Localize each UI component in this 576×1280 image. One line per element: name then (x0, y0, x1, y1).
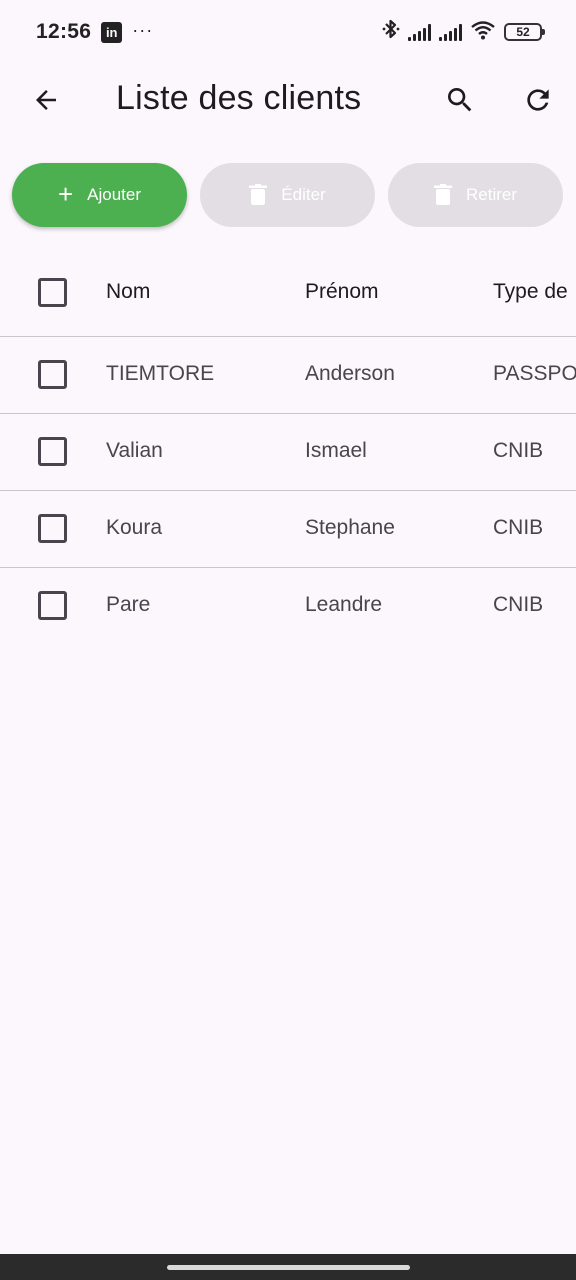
refresh-button[interactable] (514, 76, 562, 124)
column-header-nom[interactable]: Nom (106, 280, 296, 304)
cell-type: CNIB (493, 593, 544, 616)
remove-button-label: Retirer (465, 185, 517, 204)
status-bar: 12:56 in ··· 52 (0, 0, 576, 64)
edit-button[interactable]: Éditer (200, 163, 375, 227)
signal-2-icon (439, 23, 462, 41)
linkedin-icon: in (101, 21, 123, 43)
remove-button[interactable]: Retirer (388, 163, 563, 227)
bluetooth-icon (382, 18, 400, 46)
cell-nom: Koura (106, 516, 163, 539)
page-title: Liste des clients (116, 79, 362, 117)
back-button[interactable] (22, 76, 70, 124)
select-all-checkbox[interactable] (38, 278, 67, 307)
action-bar: + Ajouter Éditer Retirer (0, 163, 576, 227)
add-button[interactable]: + Ajouter (12, 163, 187, 227)
app-bar: Liste des clients (0, 64, 576, 134)
signal-1-icon (408, 23, 431, 41)
status-left: 12:56 in ··· (36, 20, 153, 44)
battery-icon: 52 (504, 23, 545, 41)
add-button-label: Ajouter (87, 185, 142, 204)
column-header-type[interactable]: Type de (493, 280, 576, 304)
more-notifications-icon: ··· (132, 19, 154, 40)
cell-nom: TIEMTORE (106, 362, 215, 385)
cell-prenom: Leandre (305, 593, 383, 616)
cell-type: CNIB (493, 439, 544, 462)
system-nav-bar (0, 1254, 576, 1280)
trash-icon (249, 184, 268, 205)
cell-prenom: Anderson (305, 362, 395, 385)
search-button[interactable] (436, 76, 484, 124)
table-row[interactable]: Pare Leandre CNIB (0, 568, 576, 645)
row-checkbox[interactable] (38, 437, 67, 466)
search-icon (448, 88, 472, 112)
table-header: Nom Prénom Type de (0, 250, 576, 337)
table-row[interactable]: Koura Stephane CNIB (0, 491, 576, 568)
row-checkbox[interactable] (38, 591, 67, 620)
cell-prenom: Ismael (305, 439, 367, 462)
trash-icon (433, 184, 452, 205)
wifi-icon (470, 20, 496, 45)
cell-nom: Valian (106, 439, 163, 462)
clock: 12:56 (36, 20, 92, 43)
plus-icon: + (57, 178, 74, 209)
column-header-prenom[interactable]: Prénom (305, 280, 485, 304)
clients-table: Nom Prénom Type de TIEMTORE Anderson PAS… (0, 250, 576, 645)
table-row[interactable]: TIEMTORE Anderson PASSPO (0, 337, 576, 414)
table-row[interactable]: Valian Ismael CNIB (0, 414, 576, 491)
cell-type: PASSPO (493, 362, 576, 385)
cell-nom: Pare (106, 593, 151, 616)
status-right: 52 (382, 18, 545, 46)
cell-type: CNIB (493, 516, 544, 539)
cell-prenom: Stephane (305, 516, 395, 539)
row-checkbox[interactable] (38, 514, 67, 543)
arrow-back-icon (36, 90, 56, 110)
refresh-icon (527, 89, 549, 111)
home-gesture-handle[interactable] (167, 1265, 410, 1270)
row-checkbox[interactable] (38, 360, 67, 389)
edit-button-label: Éditer (281, 185, 326, 204)
